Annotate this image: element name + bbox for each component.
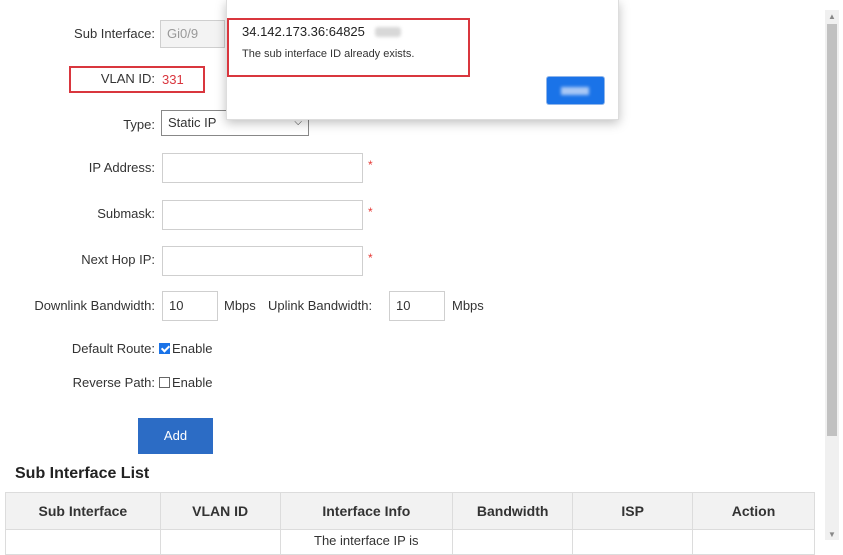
ip-address-input[interactable] (162, 153, 363, 183)
submask-label: Submask: (97, 206, 155, 221)
table-cell: The interface IP is (279, 529, 454, 555)
table-cell (452, 529, 574, 555)
dialog-ok-button[interactable] (547, 77, 604, 104)
sub-interface-list-title: Sub Interface List (15, 465, 150, 482)
table-header-row: Sub Interface VLAN ID Interface Info Ban… (5, 492, 815, 530)
alert-dialog: 34.142.173.36:64825 The sub interface ID… (226, 0, 619, 120)
column-header: Interface Info (279, 492, 454, 530)
type-label: Type: (123, 117, 155, 132)
uplink-value: 10 (396, 298, 411, 313)
type-select-value: Static IP (168, 115, 217, 130)
column-header: Sub Interface (5, 492, 161, 530)
default-route-label: Default Route: (71, 341, 155, 356)
default-route-checkbox[interactable]: Enable (159, 341, 212, 356)
table-cell (159, 529, 281, 555)
scroll-up-arrow-icon[interactable]: ▲ (828, 12, 836, 21)
blurred-text (375, 27, 401, 37)
downlink-input[interactable]: 10 (162, 291, 218, 321)
ip-required-mark: * (368, 158, 373, 172)
downlink-value: 10 (169, 298, 184, 313)
scroll-down-arrow-icon[interactable]: ▼ (828, 530, 836, 539)
next-hop-input[interactable] (162, 246, 363, 276)
reverse-path-option: Enable (172, 375, 213, 390)
add-button[interactable]: Add (138, 418, 213, 454)
column-header: Bandwidth (452, 492, 574, 530)
uplink-input[interactable]: 10 (389, 291, 445, 321)
column-header: ISP (572, 492, 694, 530)
sub-interface-field: Gi0/9 (160, 20, 225, 48)
table-cell (572, 529, 694, 555)
table-cell (692, 529, 815, 555)
blurred-label (561, 87, 589, 95)
table-row: The interface IP is (5, 529, 815, 555)
scrollbar-thumb[interactable] (827, 24, 837, 436)
uplink-label: Uplink Bandwidth: (268, 298, 373, 313)
vlan-id-input[interactable]: 331 (162, 72, 184, 87)
checkbox-checked-icon (159, 343, 170, 354)
column-header: Action (692, 492, 815, 530)
checkbox-unchecked-icon (159, 377, 170, 388)
submask-input[interactable] (162, 200, 363, 230)
next-hop-required-mark: * (368, 251, 373, 265)
reverse-path-checkbox[interactable]: Enable (159, 375, 212, 390)
default-route-option: Enable (172, 341, 213, 356)
uplink-unit: Mbps (452, 298, 484, 313)
downlink-unit: Mbps (224, 298, 256, 313)
sub-interface-value: Gi0/9 (167, 26, 199, 41)
table-cell (5, 529, 161, 555)
next-hop-label: Next Hop IP: (81, 252, 155, 267)
dialog-source: 34.142.173.36:64825 (242, 24, 365, 39)
downlink-label: Downlink Bandwidth: (34, 298, 155, 313)
reverse-path-label: Reverse Path: (72, 375, 155, 390)
sub-interface-label: Sub Interface: (74, 26, 155, 41)
column-header: VLAN ID (159, 492, 281, 530)
dialog-message: The sub interface ID already exists. (242, 48, 415, 60)
ip-address-label: IP Address: (88, 160, 155, 175)
vlan-id-label: VLAN ID: (100, 71, 155, 86)
submask-required-mark: * (368, 205, 373, 219)
